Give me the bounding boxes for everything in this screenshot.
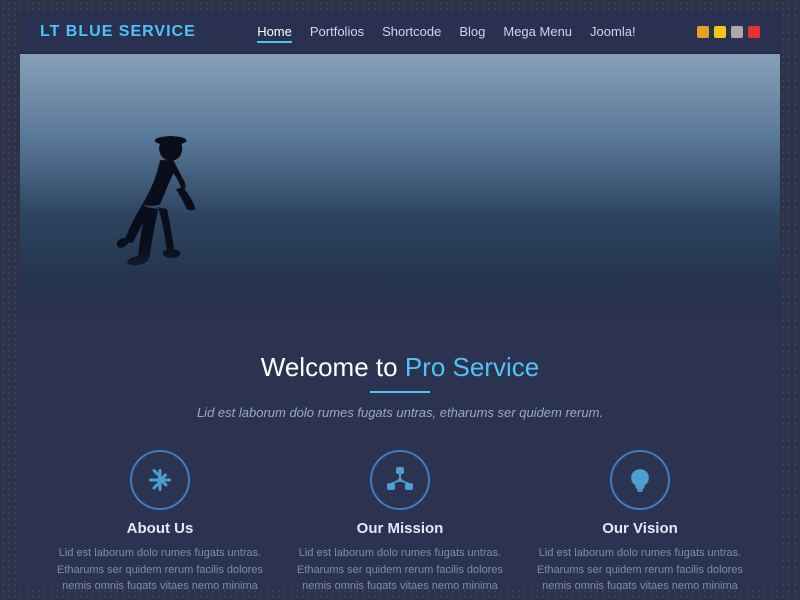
nav-item-portfolios[interactable]: Portfolios bbox=[310, 23, 364, 41]
color-icon-red[interactable] bbox=[748, 26, 760, 38]
color-icon-yellow[interactable] bbox=[714, 26, 726, 38]
nav-link-portfolios[interactable]: Portfolios bbox=[310, 24, 364, 39]
about-us-title: About Us bbox=[127, 520, 194, 537]
our-vision-icon-circle bbox=[610, 450, 670, 510]
nav-links: Home Portfolios Shortcode Blog Mega Menu… bbox=[257, 23, 635, 41]
nav-link-home[interactable]: Home bbox=[257, 24, 292, 43]
our-mission-icon-circle bbox=[370, 450, 430, 510]
hero-section bbox=[20, 54, 780, 324]
color-icon-gray[interactable] bbox=[731, 26, 743, 38]
asterisk-icon bbox=[146, 466, 174, 494]
about-us-icon-circle bbox=[130, 450, 190, 510]
page-wrapper: LT BLUE SERVICE Home Portfolios Shortcod… bbox=[0, 0, 800, 600]
feature-our-mission: Our Mission Lid est laborum dolo rumes f… bbox=[290, 450, 510, 590]
features-section: About Us Lid est laborum dolo rumes fuga… bbox=[20, 440, 780, 590]
our-mission-text: Lid est laborum dolo rumes fugats untras… bbox=[290, 545, 510, 590]
nav-item-blog[interactable]: Blog bbox=[459, 23, 485, 41]
navbar: LT BLUE SERVICE Home Portfolios Shortcod… bbox=[20, 10, 780, 54]
nav-item-megamenu[interactable]: Mega Menu bbox=[503, 23, 572, 41]
site-container: LT BLUE SERVICE Home Portfolios Shortcod… bbox=[20, 10, 780, 590]
feature-about-us: About Us Lid est laborum dolo rumes fuga… bbox=[50, 450, 270, 590]
color-icon-orange[interactable] bbox=[697, 26, 709, 38]
bulb-icon bbox=[626, 466, 654, 494]
welcome-prefix: Welcome to bbox=[261, 352, 398, 382]
nav-item-shortcode[interactable]: Shortcode bbox=[382, 23, 441, 41]
our-vision-title: Our Vision bbox=[602, 520, 678, 537]
nav-link-blog[interactable]: Blog bbox=[459, 24, 485, 39]
nav-link-joomla[interactable]: Joomla! bbox=[590, 24, 636, 39]
our-vision-text: Lid est laborum dolo rumes fugats untras… bbox=[530, 545, 750, 590]
feature-our-vision: Our Vision Lid est laborum dolo rumes fu… bbox=[530, 450, 750, 590]
welcome-divider bbox=[370, 391, 430, 393]
welcome-subtitle: Lid est laborum dolo rumes fugats untras… bbox=[40, 405, 760, 420]
nav-link-shortcode[interactable]: Shortcode bbox=[382, 24, 441, 39]
nav-item-home[interactable]: Home bbox=[257, 23, 292, 41]
nav-item-joomla[interactable]: Joomla! bbox=[590, 23, 636, 41]
welcome-title: Welcome to Pro Service bbox=[40, 352, 760, 383]
network-icon bbox=[386, 466, 414, 494]
brand-logo[interactable]: LT BLUE SERVICE bbox=[40, 23, 196, 41]
about-us-text: Lid est laborum dolo rumes fugats untras… bbox=[50, 545, 270, 590]
navbar-color-icons bbox=[697, 26, 760, 38]
welcome-section: Welcome to Pro Service Lid est laborum d… bbox=[20, 324, 780, 440]
hero-overlay bbox=[20, 244, 780, 324]
nav-link-megamenu[interactable]: Mega Menu bbox=[503, 24, 572, 39]
our-mission-title: Our Mission bbox=[357, 520, 444, 537]
welcome-highlight: Pro Service bbox=[405, 352, 539, 382]
